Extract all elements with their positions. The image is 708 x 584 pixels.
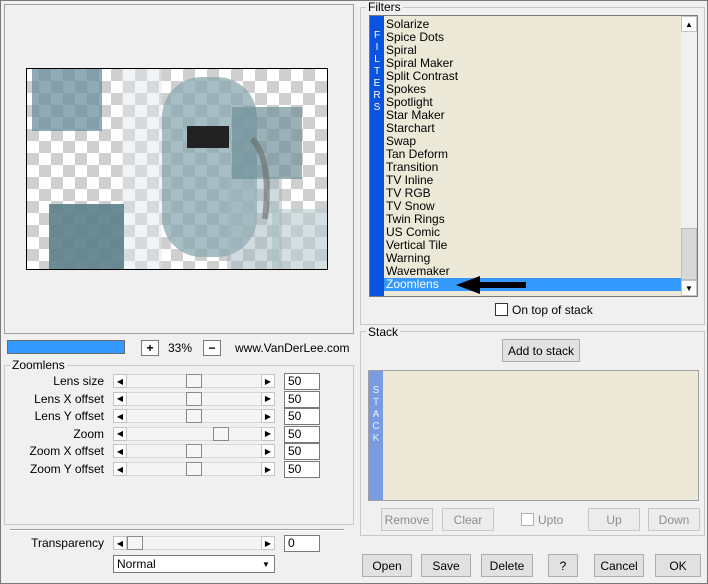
save-button[interactable]: Save: [421, 554, 471, 577]
delete-button[interactable]: Delete: [481, 554, 533, 577]
transparency-slider[interactable]: [127, 536, 261, 550]
blend-mode-select[interactable]: Normal ▼: [113, 555, 275, 573]
zoomlens-title: Zoomlens: [10, 358, 67, 372]
zoom-x-offset-right-arrow[interactable]: ▶: [261, 444, 275, 459]
scroll-up-arrow[interactable]: ▲: [681, 16, 697, 32]
up-button[interactable]: Up: [588, 508, 640, 531]
lens-x-offset-slider-thumb[interactable]: [186, 391, 202, 406]
down-button[interactable]: Down: [648, 508, 700, 531]
zoom-x-offset-input[interactable]: 50: [284, 443, 320, 461]
zoom-out-button[interactable]: −: [203, 340, 221, 356]
zoom-label: Zoom: [73, 426, 104, 441]
upto-label: Upto: [538, 513, 564, 527]
on-top-checkbox[interactable]: [495, 303, 508, 316]
arrow-left-icon: [456, 276, 526, 294]
transparency-right-arrow[interactable]: ▶: [261, 536, 275, 550]
cancel-button[interactable]: Cancel: [594, 554, 644, 577]
lens-y-offset-left-arrow[interactable]: ◀: [113, 409, 127, 424]
lens-size-input[interactable]: 50: [284, 373, 320, 390]
filters-scrollbar[interactable]: ▲ ▼: [681, 16, 697, 296]
lens-size-label: Lens size: [53, 374, 104, 388]
stack-strip-label: STACK: [372, 385, 380, 444]
preview-artwork: [32, 69, 327, 269]
separator: [10, 529, 344, 531]
zoom-x-offset-slider-thumb[interactable]: [186, 444, 202, 459]
zoom-input[interactable]: 50: [284, 425, 320, 443]
progress-bar: [7, 340, 125, 354]
zoom-y-offset-slider-thumb[interactable]: [186, 462, 202, 476]
filters-title: Filters: [366, 0, 403, 14]
list-item[interactable]: Zoomlens: [384, 278, 681, 291]
add-to-stack-button[interactable]: Add to stack: [502, 339, 580, 362]
scroll-thumb[interactable]: [681, 228, 697, 280]
lens-size-right-arrow[interactable]: ▶: [261, 374, 275, 388]
lens-x-offset-left-arrow[interactable]: ◀: [113, 391, 127, 406]
scroll-down-arrow[interactable]: ▼: [681, 280, 697, 296]
transparency-slider-thumb[interactable]: [127, 536, 143, 550]
upto-checkbox[interactable]: [521, 513, 534, 526]
on-top-label: On top of stack: [512, 303, 593, 317]
zoom-slider-thumb[interactable]: [213, 426, 229, 441]
lens-x-offset-input[interactable]: 50: [284, 390, 320, 408]
zoom-right-arrow[interactable]: ▶: [261, 426, 275, 441]
stack-title: Stack: [366, 325, 401, 339]
clear-button[interactable]: Clear: [442, 508, 494, 531]
lens-size-left-arrow[interactable]: ◀: [113, 374, 127, 388]
website-link[interactable]: www.VanDerLee.com: [235, 341, 350, 355]
open-button[interactable]: Open: [362, 554, 412, 577]
lens-y-offset-right-arrow[interactable]: ▶: [261, 409, 275, 424]
lens-y-offset-input[interactable]: 50: [284, 408, 320, 426]
zoom-in-button[interactable]: +: [141, 340, 159, 356]
remove-button[interactable]: Remove: [381, 508, 433, 531]
zoom-y-offset-left-arrow[interactable]: ◀: [113, 462, 127, 476]
preview-image[interactable]: [26, 68, 328, 270]
help-button[interactable]: ?: [548, 554, 578, 577]
zoom-slider[interactable]: [127, 426, 261, 441]
lens-x-offset-right-arrow[interactable]: ▶: [261, 391, 275, 406]
stack-strip: STACK: [369, 371, 383, 500]
list-item[interactable]: Split Contrast: [384, 70, 681, 83]
ok-button[interactable]: OK: [655, 554, 701, 577]
list-item[interactable]: Starchart: [384, 122, 681, 135]
zoom-level: 33%: [168, 341, 193, 355]
list-item[interactable]: Spice Dots: [384, 31, 681, 44]
lens-size-slider-thumb[interactable]: [186, 374, 202, 388]
filters-list[interactable]: Solarize Spice Dots Spiral Spiral Maker Spli…: [384, 16, 681, 296]
blend-mode-value: Normal: [117, 557, 156, 571]
transparency-input[interactable]: 0: [284, 535, 320, 552]
filters-strip: FILTERS: [370, 16, 384, 296]
lens-x-offset-label: Lens X offset: [34, 391, 104, 406]
lens-y-offset-slider-thumb[interactable]: [186, 409, 202, 424]
zoom-x-offset-left-arrow[interactable]: ◀: [113, 444, 127, 459]
transparency-label: Transparency: [31, 536, 104, 550]
lens-y-offset-label: Lens Y offset: [34, 409, 104, 424]
zoom-y-offset-label: Zoom Y offset: [29, 462, 104, 476]
stack-listbox[interactable]: [368, 370, 699, 501]
zoom-y-offset-input[interactable]: 50: [284, 461, 320, 478]
chevron-down-icon: ▼: [262, 559, 270, 569]
filters-strip-label: FILTERS: [373, 30, 381, 113]
zoom-left-arrow[interactable]: ◀: [113, 426, 127, 441]
zoom-y-offset-right-arrow[interactable]: ▶: [261, 462, 275, 476]
transparency-left-arrow[interactable]: ◀: [113, 536, 127, 550]
zoom-x-offset-label: Zoom X offset: [29, 444, 104, 459]
